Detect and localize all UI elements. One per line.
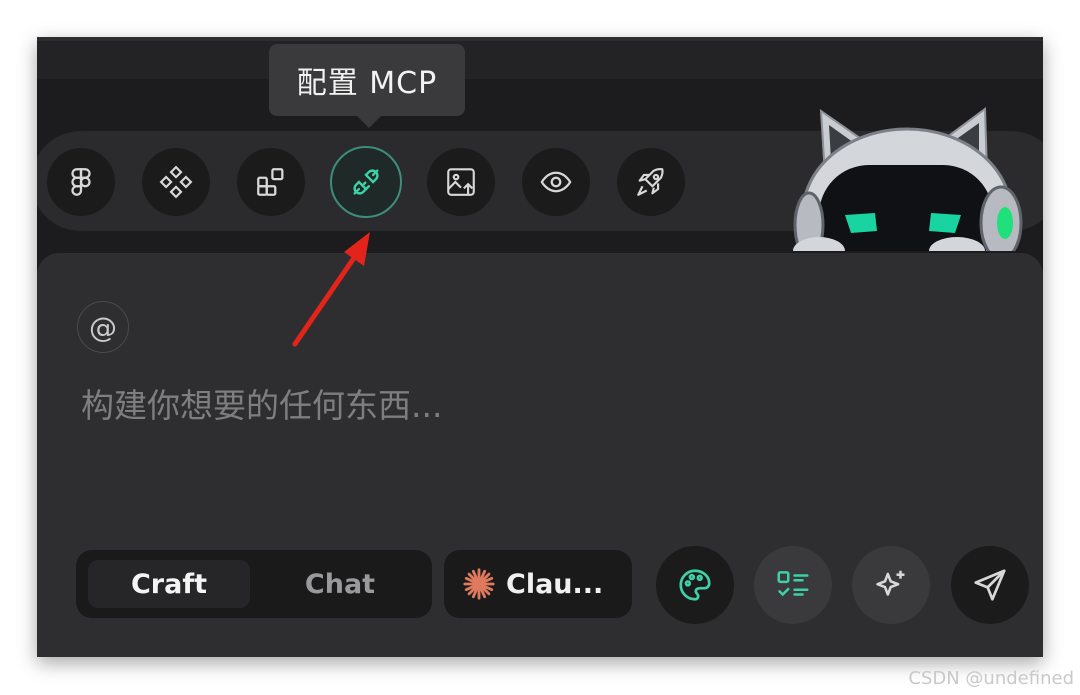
tooltip-arrow: [357, 116, 381, 128]
sparkles-icon: [876, 570, 905, 596]
mode-toggle: Craft Chat: [76, 550, 432, 618]
rocket-icon: [637, 168, 664, 196]
enhance-button[interactable]: [852, 546, 930, 624]
send-button[interactable]: [951, 546, 1029, 624]
apps-button[interactable]: [237, 148, 305, 216]
eye-icon: [540, 171, 572, 193]
figma-icon: [71, 168, 91, 196]
components-button[interactable]: [142, 148, 210, 216]
image-upload-icon: [447, 168, 475, 196]
deploy-button[interactable]: [617, 148, 685, 216]
at-icon: @: [89, 310, 117, 344]
send-icon: [974, 569, 1006, 601]
checklist-icon: [777, 571, 809, 597]
model-selector[interactable]: Clau...: [444, 550, 632, 618]
image-upload-button[interactable]: [427, 148, 495, 216]
prompt-input[interactable]: [81, 377, 981, 433]
app-window: 配置 MCP @ Craft Chat Clau...: [37, 37, 1043, 657]
mcp-config-button[interactable]: [330, 146, 402, 218]
palette-button[interactable]: [656, 546, 734, 624]
model-label: Clau...: [506, 568, 604, 600]
mode-chat-tab[interactable]: Chat: [260, 560, 420, 608]
robot-cat-mascot: [793, 107, 1023, 251]
plug-icon: [353, 169, 379, 195]
palette-icon: [679, 569, 711, 601]
mcp-tooltip: 配置 MCP: [269, 44, 465, 116]
figma-button[interactable]: [47, 148, 115, 216]
preview-button[interactable]: [522, 148, 590, 216]
apps-grid-icon: [257, 168, 284, 196]
title-strip-line: [37, 37, 1043, 41]
title-strip: [37, 37, 1043, 79]
mode-craft-tab[interactable]: Craft: [88, 560, 250, 608]
components-icon: [159, 165, 193, 199]
checklist-button[interactable]: [754, 546, 832, 624]
mention-button[interactable]: @: [77, 301, 129, 353]
watermark: CSDN @undefined: [908, 668, 1074, 689]
claude-burst-icon: [463, 568, 495, 600]
